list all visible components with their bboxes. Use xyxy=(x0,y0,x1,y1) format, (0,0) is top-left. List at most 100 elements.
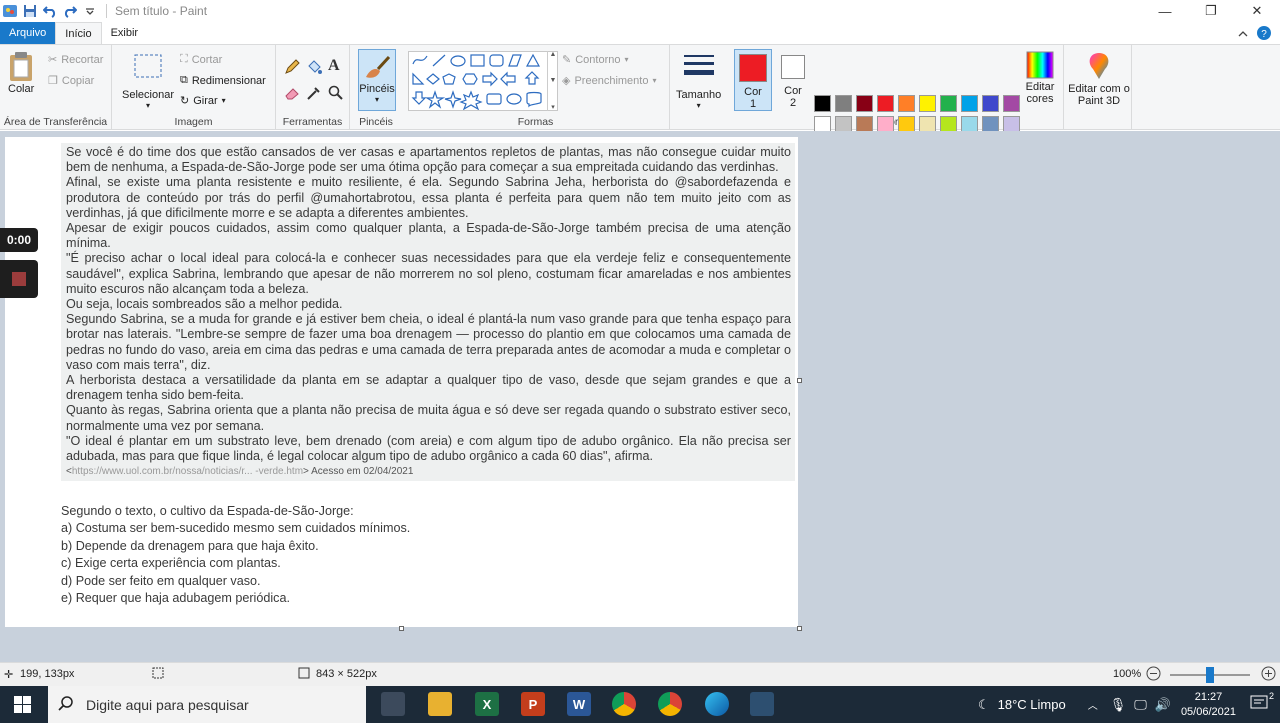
stop-recording-button[interactable] xyxy=(0,260,38,298)
resize-button[interactable]: ⧉ Redimensionar xyxy=(180,74,266,87)
brushes-button[interactable]: Pincéis ▾ xyxy=(358,49,396,111)
color2-swatch xyxy=(781,55,805,79)
cut-button[interactable]: ✂ Recortar xyxy=(48,53,103,67)
excel-icon[interactable]: X xyxy=(475,692,499,716)
tab-home[interactable]: Início xyxy=(55,22,102,44)
select-icon xyxy=(134,54,162,78)
color-picker-icon[interactable] xyxy=(306,85,322,104)
color2-button[interactable]: Cor 2 xyxy=(776,49,810,111)
outline-dropdown-icon: ▾ xyxy=(624,55,629,64)
shapes-gallery-scroll[interactable]: ▲ ▼ ▾ xyxy=(547,51,558,111)
article-paragraph: Ou seja, locais sombreados são a melhor … xyxy=(66,297,343,312)
copy-button[interactable]: ❐ Copiar xyxy=(48,74,94,88)
article-paragraph: Quanto às regas, Sabrina orienta que a p… xyxy=(66,403,791,433)
outline-label: Contorno xyxy=(575,53,621,66)
paste-button[interactable]: Colar xyxy=(8,51,34,95)
tray-overflow-icon[interactable]: ︿ xyxy=(1088,697,1098,712)
notifications-count: 2 xyxy=(1268,691,1274,701)
palette-swatch[interactable] xyxy=(940,95,957,112)
collapse-ribbon-icon[interactable] xyxy=(1238,29,1248,41)
palette-swatch[interactable] xyxy=(856,95,873,112)
canvas[interactable]: Se você é do time dos que estão cansados… xyxy=(5,137,798,627)
fill-button[interactable]: ◈ Preenchimento ▾ xyxy=(562,74,657,88)
window-title: Sem título - Paint xyxy=(106,4,207,18)
palette-swatch[interactable] xyxy=(982,95,999,112)
canvas-resize-handle-bottom[interactable] xyxy=(399,626,404,631)
select-button[interactable]: Selecionar ▾ xyxy=(122,53,174,110)
canvas-resize-handle-corner[interactable] xyxy=(797,626,802,631)
size-button[interactable]: Tamanho ▾ xyxy=(676,53,721,110)
fill-bucket-icon[interactable] xyxy=(306,59,322,78)
paint-app-icon[interactable] xyxy=(2,3,18,19)
stop-icon xyxy=(12,272,26,286)
weather-text[interactable]: 18°C Limpo xyxy=(998,697,1066,712)
pencil-icon[interactable] xyxy=(284,59,300,78)
edit-colors-button[interactable]: Editar cores xyxy=(1022,51,1058,105)
zoom-in-button[interactable] xyxy=(1261,666,1276,684)
redo-icon[interactable] xyxy=(62,3,78,19)
chrome-icon-2[interactable] xyxy=(658,692,682,716)
notifications-icon[interactable]: 2 xyxy=(1250,691,1274,714)
outline-button[interactable]: ✎ Contorno ▾ xyxy=(562,53,629,67)
tools-group: A Ferramentas xyxy=(276,45,350,130)
article-source: <https://www.uol.com.br/nossa/noticias/r… xyxy=(66,464,791,479)
edge-icon[interactable] xyxy=(705,692,729,716)
minimize-button[interactable]: — xyxy=(1142,0,1188,22)
question-option: b) Depende da drenagem para que haja êxi… xyxy=(61,538,319,553)
search-placeholder: Digite aqui para pesquisar xyxy=(86,696,249,713)
canvas-resize-handle-right[interactable] xyxy=(797,378,802,383)
tab-file[interactable]: Arquivo xyxy=(0,22,56,44)
palette-swatch[interactable] xyxy=(814,95,831,112)
question-option: d) Pode ser feito em qualquer vaso. xyxy=(61,573,261,588)
color1-button[interactable]: Cor 1 xyxy=(734,49,772,111)
magnifier-icon[interactable] xyxy=(328,85,344,104)
eraser-icon[interactable] xyxy=(284,85,300,104)
brushes-label: Pincéis xyxy=(359,83,395,95)
tab-view[interactable]: Exibir xyxy=(102,22,148,44)
volume-icon[interactable]: 🔊 xyxy=(1155,697,1171,713)
microphone-icon[interactable]: 🎙 xyxy=(1110,697,1127,713)
brush-icon xyxy=(366,55,391,78)
chrome-icon[interactable] xyxy=(612,692,636,716)
fill-dropdown-icon: ▾ xyxy=(652,76,657,85)
palette-swatch[interactable] xyxy=(919,95,936,112)
save-icon[interactable] xyxy=(22,3,38,19)
shapes-gallery[interactable] xyxy=(408,51,558,111)
size-label: Tamanho xyxy=(676,89,722,101)
clipboard-group: Colar ✂ Recortar ❐ Copiar Área de Transfer… xyxy=(0,45,112,130)
palette-swatch[interactable] xyxy=(898,95,915,112)
clock[interactable]: 21:27 05/06/2021 xyxy=(1181,690,1236,720)
customize-qat-icon[interactable] xyxy=(82,3,98,19)
palette-swatch[interactable] xyxy=(961,95,978,112)
powerpoint-icon[interactable]: P xyxy=(521,692,545,716)
help-icon[interactable]: ? xyxy=(1256,25,1272,44)
crop-button[interactable]: ⛶ Cortar xyxy=(180,53,222,66)
ribbon: Colar ✂ Recortar ❐ Copiar Área de Transfer… xyxy=(0,44,1280,154)
copy-icon: ❐ xyxy=(48,75,58,87)
zoom-out-button[interactable] xyxy=(1146,666,1161,684)
network-icon[interactable]: 🖵 xyxy=(1134,697,1147,713)
brushes-group-label: Pincéis xyxy=(359,116,393,128)
close-button[interactable]: ✕ xyxy=(1234,0,1280,22)
crop-icon: ⛶ xyxy=(180,53,188,65)
rotate-button[interactable]: ↻ Girar ▾ xyxy=(180,94,226,108)
image-group: Selecionar ▾ ⛶ Cortar ⧉ Redimensionar ↻ Gir… xyxy=(112,45,276,130)
palette-swatch[interactable] xyxy=(1003,95,1020,112)
palette-swatch[interactable] xyxy=(877,95,894,112)
zoom-slider-thumb[interactable] xyxy=(1206,667,1214,683)
taskbar-search-box[interactable]: Digite aqui para pesquisar xyxy=(48,686,366,723)
windows-start-icon[interactable] xyxy=(14,696,31,716)
paint-taskbar-icon[interactable] xyxy=(750,692,774,716)
taskbar-app-icon[interactable] xyxy=(381,692,405,716)
text-tool-icon[interactable]: A xyxy=(328,57,340,75)
maximize-button[interactable]: ❐ xyxy=(1188,0,1234,22)
edit-paint3d-button[interactable]: Editar com o Paint 3D xyxy=(1068,51,1130,107)
article-paragraph: "É preciso achar o local ideal para colo… xyxy=(66,251,791,296)
search-icon xyxy=(58,695,74,714)
zoom-level: 100% xyxy=(1113,668,1142,680)
file-explorer-icon[interactable] xyxy=(428,692,452,716)
palette-swatch[interactable] xyxy=(835,95,852,112)
rotate-dropdown-icon: ▾ xyxy=(221,96,226,105)
undo-icon[interactable] xyxy=(42,3,58,19)
word-icon[interactable]: W xyxy=(567,692,591,716)
